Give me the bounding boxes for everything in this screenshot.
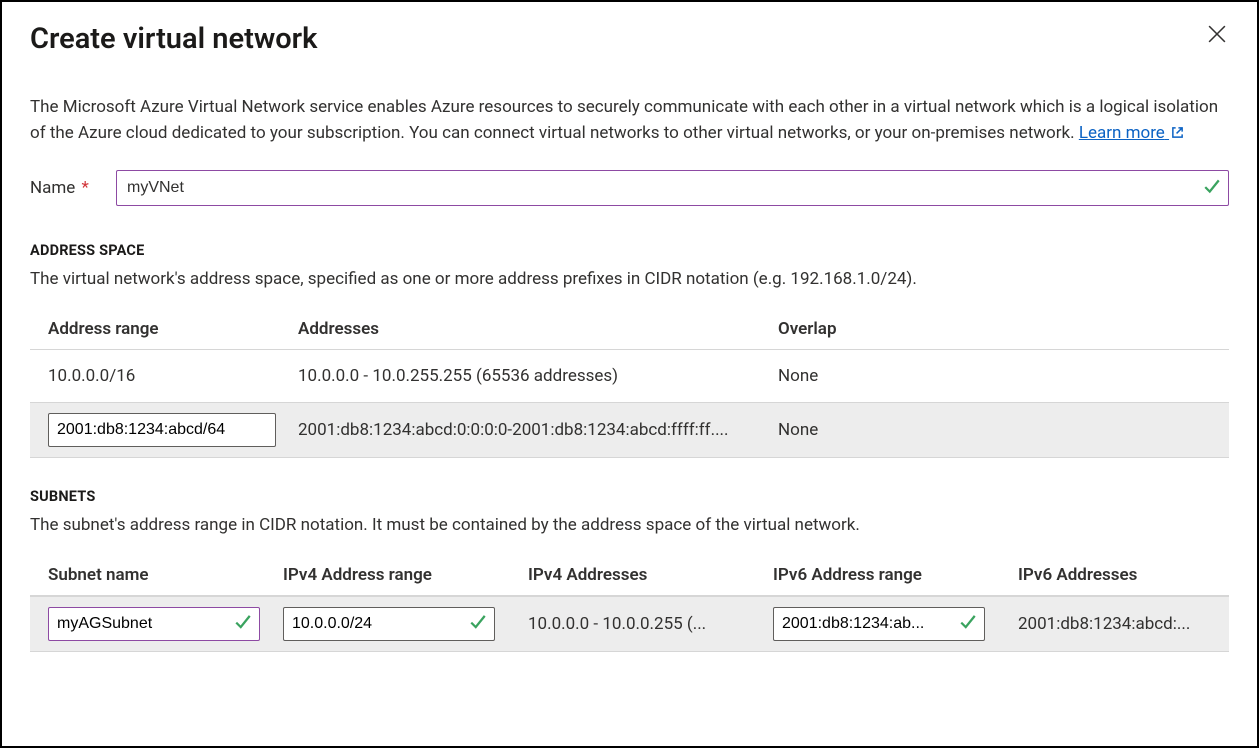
subnet-ipv6-range-input[interactable] — [773, 607, 985, 641]
col-subnet-name: Subnet name — [48, 565, 283, 585]
col-overlap: Overlap — [778, 319, 1217, 339]
intro-paragraph: The Microsoft Azure Virtual Network serv… — [30, 94, 1229, 148]
col-ipv4-addresses: IPv4 Addresses — [528, 565, 773, 585]
address-range-value: 10.0.0.0/16 — [48, 366, 298, 386]
addresses-value: 10.0.0.0 - 10.0.255.255 (65536 addresses… — [298, 366, 778, 386]
col-ipv6-range: IPv6 Address range — [773, 565, 1018, 585]
address-space-heading: ADDRESS SPACE — [30, 242, 1229, 259]
subnet-name-input[interactable] — [48, 607, 260, 641]
subnets-table: Subnet name IPv4 Address range IPv4 Addr… — [30, 555, 1229, 652]
page-title: Create virtual network — [30, 22, 1229, 56]
address-space-description: The virtual network's address space, spe… — [30, 269, 1229, 289]
name-label: Name * — [30, 178, 102, 198]
subnet-ipv4-addresses: 10.0.0.0 - 10.0.0.255 (... — [528, 614, 773, 634]
address-space-row: 10.0.0.0/16 10.0.0.0 - 10.0.255.255 (655… — [30, 350, 1229, 402]
name-field-row: Name * — [30, 170, 1229, 206]
required-indicator: * — [82, 178, 89, 198]
overlap-value: None — [778, 366, 1217, 386]
learn-more-label: Learn more — [1079, 123, 1165, 143]
subnets-description: The subnet's address range in CIDR notat… — [30, 515, 1229, 535]
name-input-wrap — [116, 170, 1229, 206]
col-address-range: Address range — [48, 319, 298, 339]
address-range-input[interactable] — [48, 413, 276, 447]
close-button[interactable] — [1203, 22, 1231, 50]
subnet-name-cell — [48, 607, 260, 641]
col-ipv4-range: IPv4 Address range — [283, 565, 528, 585]
subnets-heading: SUBNETS — [30, 488, 1229, 505]
overlap-value: None — [778, 420, 1217, 440]
col-addresses: Addresses — [298, 319, 778, 339]
intro-text: The Microsoft Azure Virtual Network serv… — [30, 97, 1218, 143]
address-space-row: 2001:db8:1234:abcd:0:0:0:0-2001:db8:1234… — [30, 402, 1229, 458]
subnet-ipv6-addresses: 2001:db8:1234:abcd:... — [1018, 614, 1217, 634]
subnet-row: 10.0.0.0 - 10.0.0.255 (... 2001:db8:1234… — [30, 596, 1229, 652]
subnet-ipv4-range-cell — [283, 607, 495, 641]
addresses-value: 2001:db8:1234:abcd:0:0:0:0-2001:db8:1234… — [298, 420, 778, 440]
col-ipv6-addresses: IPv6 Addresses — [1018, 565, 1217, 585]
address-range-cell — [48, 413, 298, 447]
learn-more-link[interactable]: Learn more — [1079, 123, 1184, 143]
close-icon — [1208, 25, 1226, 47]
vnet-name-input[interactable] — [116, 170, 1229, 206]
subnet-ipv4-range-input[interactable] — [283, 607, 495, 641]
name-label-text: Name — [30, 178, 75, 198]
external-link-icon — [1171, 121, 1184, 147]
address-space-header-row: Address range Addresses Overlap — [30, 309, 1229, 350]
address-space-table: Address range Addresses Overlap 10.0.0.0… — [30, 309, 1229, 458]
create-vnet-panel: Create virtual network The Microsoft Azu… — [2, 2, 1257, 746]
subnet-ipv6-range-cell — [773, 607, 985, 641]
subnets-header-row: Subnet name IPv4 Address range IPv4 Addr… — [30, 555, 1229, 596]
